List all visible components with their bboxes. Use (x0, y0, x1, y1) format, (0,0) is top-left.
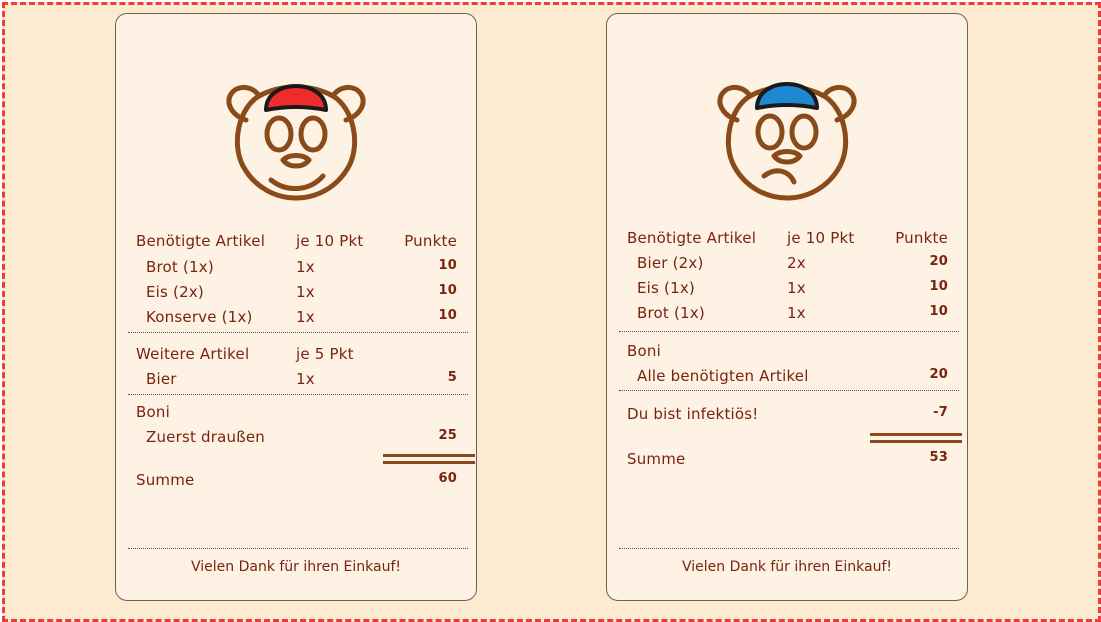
sum-row: Summe 53 (607, 450, 967, 472)
item-qty: 1x (296, 258, 315, 276)
needed-item-row: Bier (2x) 2x 20 (607, 254, 967, 276)
penalty-row: Du bist infektiös! -7 (607, 405, 967, 427)
item-qty: 2x (787, 254, 806, 272)
item-points: 20 (929, 254, 948, 269)
item-name: Konserve (1x) (146, 308, 253, 326)
item-points: 10 (929, 279, 948, 294)
bonus-header-label: Boni (627, 342, 661, 360)
sum-double-line (870, 433, 962, 443)
bonus-item-row: Alle benötigten Artikel 20 (607, 367, 967, 389)
receipt-player-blue: Benötigte Artikel je 10 Pkt Punkte Bier … (606, 13, 968, 601)
item-points: 10 (929, 304, 948, 319)
bonus-header-row: Boni (607, 342, 967, 364)
sum-value: 60 (438, 471, 457, 486)
item-points: 5 (447, 370, 457, 385)
item-points: 10 (438, 258, 457, 273)
receipt-footer: Vielen Dank für ihren Einkauf! (681, 559, 892, 575)
sum-row: Summe 60 (116, 471, 476, 493)
bear-blue-cap-icon (717, 82, 857, 201)
divider (128, 332, 468, 333)
extra-header-label: Weitere Artikel (136, 345, 250, 363)
sum-value: 53 (929, 450, 948, 465)
needed-item-row: Eis (1x) 1x 10 (607, 279, 967, 301)
needed-item-row: Konserve (1x) 1x 10 (116, 308, 476, 330)
header-row: Benötigte Artikel je 10 Pkt Punkte (116, 232, 476, 254)
divider (619, 331, 959, 332)
sum-double-line (383, 454, 475, 464)
item-qty: 1x (296, 283, 315, 301)
item-qty: 1x (296, 308, 315, 326)
item-points: 10 (438, 308, 457, 323)
item-name: Brot (1x) (637, 304, 705, 322)
divider (619, 548, 959, 549)
needed-item-row: Brot (1x) 1x 10 (116, 258, 476, 280)
item-qty: 1x (787, 279, 806, 297)
divider (128, 548, 468, 549)
extra-item-row: Bier 1x 5 (116, 370, 476, 392)
bonus-name: Alle benötigten Artikel (637, 367, 809, 385)
penalty-points: -7 (933, 405, 948, 420)
header-needed-label: Benötigte Artikel (136, 232, 266, 250)
header-points-label: Punkte (404, 232, 457, 250)
bonus-item-row: Zuerst draußen 25 (116, 428, 476, 450)
receipt-player-red: Benötigte Artikel je 10 Pkt Punkte Brot … (115, 13, 477, 601)
penalty-label: Du bist infektiös! (627, 405, 759, 423)
header-rate-label: je 10 Pkt (296, 232, 364, 250)
sum-label: Summe (136, 471, 195, 489)
item-points: 10 (438, 283, 457, 298)
sum-label: Summe (627, 450, 686, 468)
bear-red-cap-icon (226, 84, 366, 201)
extra-rate-label: je 5 Pkt (296, 345, 354, 363)
item-name: Eis (2x) (146, 283, 204, 301)
bonus-header-label: Boni (136, 403, 170, 421)
bonus-points: 20 (929, 367, 948, 382)
header-needed-label: Benötigte Artikel (627, 229, 757, 247)
extra-header-row: Weitere Artikel je 5 Pkt (116, 345, 476, 367)
needed-item-row: Eis (2x) 1x 10 (116, 283, 476, 305)
item-qty: 1x (296, 370, 315, 388)
divider (128, 394, 468, 395)
bonus-name: Zuerst draußen (146, 428, 266, 446)
header-points-label: Punkte (895, 229, 948, 247)
item-name: Bier (2x) (637, 254, 704, 272)
divider (619, 390, 959, 391)
item-name: Eis (1x) (637, 279, 695, 297)
header-row: Benötigte Artikel je 10 Pkt Punkte (607, 229, 967, 251)
receipt-footer: Vielen Dank für ihren Einkauf! (190, 559, 401, 575)
bonus-header-row: Boni (116, 403, 476, 425)
item-name: Brot (1x) (146, 258, 214, 276)
bonus-points: 25 (438, 428, 457, 443)
item-name: Bier (146, 370, 177, 388)
item-qty: 1x (787, 304, 806, 322)
header-rate-label: je 10 Pkt (787, 229, 855, 247)
needed-item-row: Brot (1x) 1x 10 (607, 304, 967, 326)
